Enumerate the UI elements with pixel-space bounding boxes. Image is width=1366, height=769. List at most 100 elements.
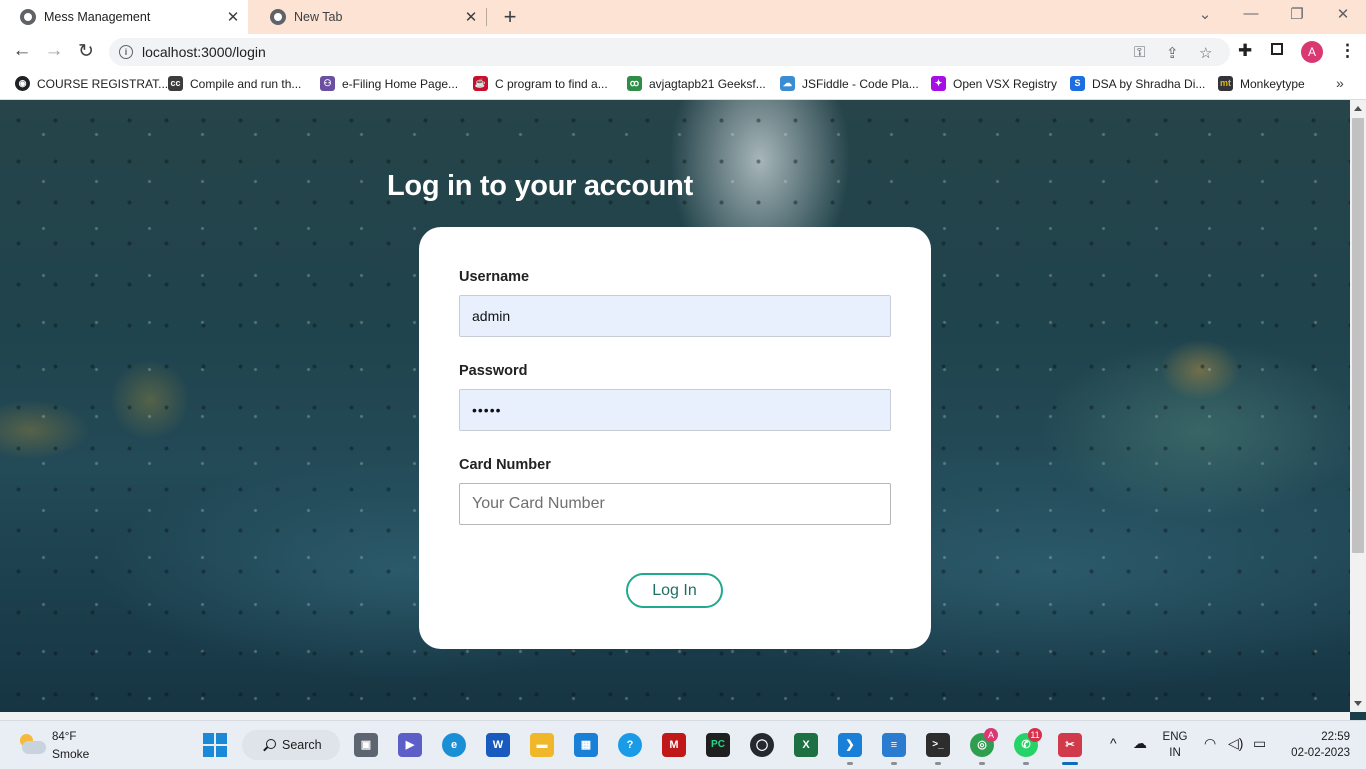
- card-number-input[interactable]: [459, 483, 891, 525]
- github-desktop-icon[interactable]: ◯: [750, 733, 774, 757]
- bookmark-c-program[interactable]: ☕ C program to find a...: [473, 76, 608, 91]
- windows-start-icon[interactable]: [203, 733, 227, 757]
- page-title: Log in to your account: [387, 170, 693, 202]
- key-icon[interactable]: ⚿: [1134, 44, 1145, 61]
- chrome-running-indicator: [979, 762, 985, 765]
- bookmark-geeksforgeeks[interactable]: ꝏ avjagtapb21 Geeksf...: [627, 76, 766, 91]
- microsoft-store-icon[interactable]: ▦: [574, 733, 598, 757]
- tab-search-button[interactable]: ⌄: [1195, 5, 1215, 23]
- cloud-icon: ☁: [780, 76, 795, 91]
- mcafee-icon[interactable]: M: [662, 733, 686, 757]
- password-input[interactable]: [459, 389, 891, 431]
- gfg-icon: ꝏ: [627, 76, 642, 91]
- search-label: Search: [282, 738, 322, 752]
- bookmark-dsa-shradha[interactable]: S DSA by Shradha Di...: [1070, 76, 1205, 91]
- browser-toolbar: ← → ↻ i localhost:3000/login ⚿ ⇪ ☆ ✚ ⋮: [0, 34, 1366, 70]
- snipping-tool-active-indicator: [1062, 762, 1078, 765]
- clock-date[interactable]: 02-02-2023: [1274, 747, 1350, 759]
- login-button[interactable]: Log In: [626, 573, 723, 608]
- bookmarks-overflow-button[interactable]: »: [1336, 75, 1344, 91]
- bookmark-star-icon[interactable]: ☆: [1199, 44, 1212, 62]
- tray-overflow-chevron-icon[interactable]: ^: [1110, 735, 1117, 751]
- snipping-tool-icon[interactable]: ✂: [1058, 733, 1082, 757]
- word-icon[interactable]: W: [486, 733, 510, 757]
- side-panel-icon[interactable]: [1271, 43, 1283, 55]
- tab-divider: [486, 8, 487, 26]
- region-indicator[interactable]: IN: [1160, 747, 1190, 759]
- efiling-icon: ⚇: [320, 76, 335, 91]
- vscode-icon[interactable]: ❯: [838, 733, 862, 757]
- coffee-cup-icon: ☕: [473, 76, 488, 91]
- get-help-icon[interactable]: ?: [618, 733, 642, 757]
- forward-button[interactable]: →: [43, 40, 65, 62]
- back-button[interactable]: ←: [11, 40, 33, 62]
- site-info-icon[interactable]: i: [119, 45, 133, 59]
- url-text[interactable]: localhost:3000/login: [142, 44, 266, 60]
- card-number-label: Card Number: [459, 457, 551, 473]
- bookmark-compile-and-run[interactable]: cc Compile and run th...: [168, 76, 301, 91]
- chrome-favicon-icon: [270, 9, 286, 25]
- page-viewport: Log in to your account Username Password…: [0, 100, 1350, 712]
- tab-new-tab[interactable]: New Tab ✕: [250, 0, 486, 34]
- onedrive-cloud-icon[interactable]: ☁: [1133, 735, 1147, 752]
- weather-description[interactable]: Smoke: [52, 747, 89, 761]
- weather-temperature[interactable]: 84°F: [52, 731, 76, 743]
- bookmark-open-vsx[interactable]: ✦ Open VSX Registry: [931, 76, 1057, 91]
- chrome-menu-icon[interactable]: ⋮: [1339, 41, 1356, 61]
- windows-taskbar: 84°F Smoke Search ▣ ▶ e W ▬ ▦ ? M PC ◯ X…: [0, 720, 1366, 769]
- tab-close-button[interactable]: ✕: [456, 8, 486, 26]
- clock-time[interactable]: 22:59: [1280, 731, 1350, 743]
- battery-icon[interactable]: ▭: [1253, 735, 1266, 752]
- window-close-button[interactable]: ✕: [1333, 5, 1353, 23]
- terminal-running-indicator: [935, 762, 941, 765]
- pycharm-icon[interactable]: PC: [706, 733, 730, 757]
- search-icon: [266, 739, 276, 749]
- edge-icon[interactable]: e: [442, 733, 466, 757]
- taskbar-search-button[interactable]: Search: [242, 730, 340, 760]
- restore-button[interactable]: ❐: [1287, 5, 1307, 23]
- bookmark-label: JSFiddle - Code Pla...: [802, 76, 919, 91]
- bookmark-e-filing[interactable]: ⚇ e-Filing Home Page...: [320, 76, 458, 91]
- reload-button[interactable]: ↻: [75, 40, 97, 63]
- vertical-scrollbar[interactable]: [1350, 100, 1366, 712]
- horizontal-scrollbar-track: [0, 712, 1350, 720]
- weather-cloud-sun-icon[interactable]: [18, 732, 46, 756]
- notepad-icon[interactable]: ≡: [882, 733, 906, 757]
- wifi-icon[interactable]: ◠: [1204, 735, 1216, 752]
- scrollbar-thumb[interactable]: [1352, 118, 1364, 553]
- volume-icon[interactable]: ◁): [1228, 735, 1243, 752]
- chrome-favicon-icon: [20, 9, 36, 25]
- scroll-down-icon[interactable]: [1354, 701, 1362, 706]
- task-view-icon[interactable]: ▣: [354, 733, 378, 757]
- cc-icon: cc: [168, 76, 183, 91]
- scroll-up-icon[interactable]: [1354, 106, 1362, 111]
- login-form: Username Password Card Number Log In: [419, 227, 931, 649]
- chrome-profile-badge: A: [984, 728, 998, 742]
- vscode-running-indicator: [847, 762, 853, 765]
- file-explorer-icon[interactable]: ▬: [530, 733, 554, 757]
- tab-close-button[interactable]: ✕: [218, 8, 248, 26]
- share-icon[interactable]: ⇪: [1166, 44, 1179, 62]
- bookmark-monkeytype[interactable]: mt Monkeytype: [1218, 76, 1305, 91]
- profile-avatar[interactable]: A: [1301, 41, 1323, 63]
- s-icon: S: [1070, 76, 1085, 91]
- extensions-puzzle-icon[interactable]: ✚: [1238, 41, 1252, 61]
- terminal-icon[interactable]: >_: [926, 733, 950, 757]
- language-indicator[interactable]: ENG: [1160, 731, 1190, 743]
- bookmark-label: e-Filing Home Page...: [342, 76, 459, 91]
- address-bar[interactable]: i localhost:3000/login ⚿ ⇪ ☆: [109, 38, 1230, 66]
- minimize-button[interactable]: —: [1241, 5, 1261, 22]
- bookmark-course-registration[interactable]: ◉ COURSE REGISTRAT...: [15, 76, 168, 91]
- new-tab-button[interactable]: +: [498, 4, 522, 30]
- tab-mess-management[interactable]: Mess Management ✕: [0, 0, 248, 34]
- username-input[interactable]: [459, 295, 891, 337]
- bookmark-label: Monkeytype: [1240, 76, 1305, 91]
- excel-icon[interactable]: X: [794, 733, 818, 757]
- bookmarks-bar: ◉ COURSE REGISTRAT... cc Compile and run…: [0, 70, 1366, 100]
- whatsapp-running-indicator: [1023, 762, 1029, 765]
- whatsapp-notification-badge: 11: [1028, 728, 1042, 742]
- teams-meet-icon[interactable]: ▶: [398, 733, 422, 757]
- bookmark-jsfiddle[interactable]: ☁ JSFiddle - Code Pla...: [780, 76, 919, 91]
- bookmark-label: avjagtapb21 Geeksf...: [649, 76, 766, 91]
- tab-strip: Mess Management ✕ New Tab ✕ + ⌄ — ❐ ✕: [0, 0, 1366, 34]
